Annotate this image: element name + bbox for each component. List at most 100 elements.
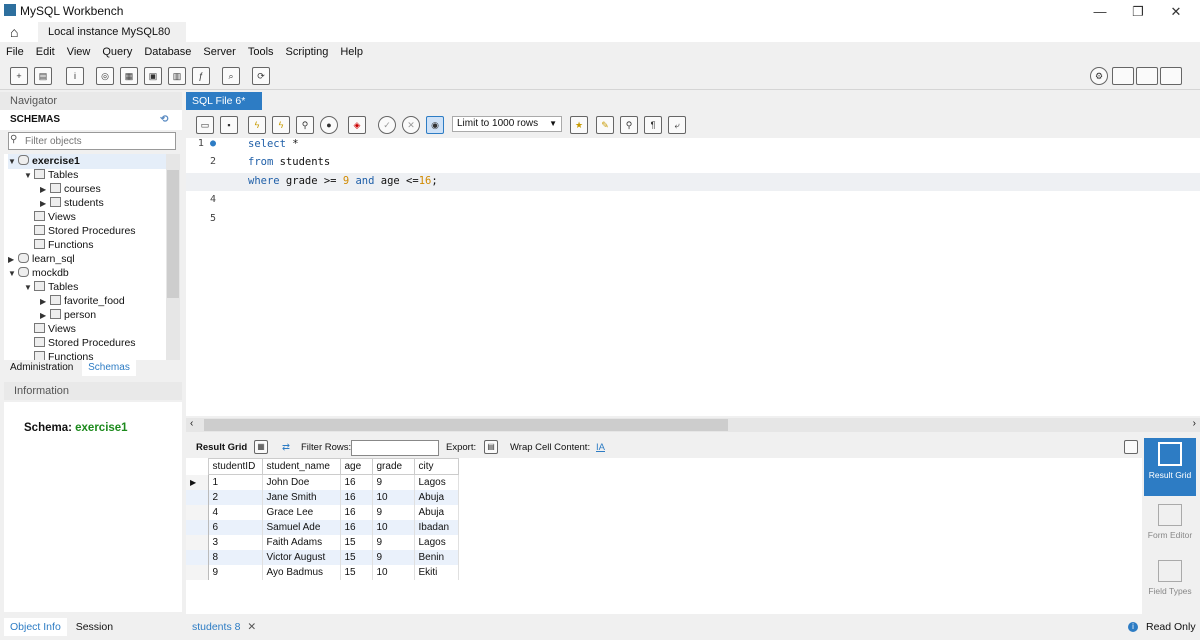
grid-icon[interactable]: ▦ [254, 440, 268, 454]
result-tab-close-icon[interactable]: ✕ [247, 621, 256, 633]
table-row[interactable]: 4 Grace Lee 16 9 Abuja [186, 504, 459, 520]
find-replace-icon[interactable]: ⚲ [620, 116, 638, 134]
column-header[interactable]: student_name [261, 458, 341, 475]
cell-studentid[interactable]: 4 [208, 504, 263, 520]
form-editor-button[interactable]: Form Editor [1144, 500, 1196, 552]
maximize-button[interactable]: ❐ [1118, 2, 1158, 22]
execute-icon[interactable]: ϟ [248, 116, 266, 134]
code-line-3[interactable]: where grade >= 9 and age <=16; [186, 173, 1200, 191]
sql-editor[interactable]: 1 ● 2 3 4 5 select * from students where… [186, 138, 1200, 416]
minimize-button[interactable]: — [1080, 2, 1120, 22]
toggle-secondary-sidebar-icon[interactable] [1160, 67, 1182, 85]
cell-age[interactable]: 15 [340, 534, 373, 550]
create-view-icon[interactable]: ▣ [144, 67, 162, 85]
reconnect-icon[interactable]: ⟳ [252, 67, 270, 85]
create-schema-icon[interactable]: ◎ [96, 67, 114, 85]
menu-file[interactable]: File [0, 42, 30, 62]
toggle-result-panel-icon[interactable] [1124, 440, 1138, 454]
cell-city[interactable]: Lagos [414, 534, 459, 550]
cell-studentid[interactable]: 3 [208, 534, 263, 550]
code-line-2[interactable]: from students [248, 156, 330, 168]
tree-node-tables[interactable]: ▼ Tables [24, 280, 78, 295]
tree-node-views[interactable]: Views [34, 210, 76, 224]
wrap-cell-icon[interactable]: IA [596, 438, 605, 458]
tree-scrollbar-thumb[interactable] [167, 170, 179, 298]
tree-node-students[interactable]: ▶ students [40, 196, 104, 211]
cell-student-name[interactable]: Grace Lee [262, 504, 341, 520]
cell-grade[interactable]: 10 [372, 564, 415, 580]
commit-icon[interactable]: ✓ [378, 116, 396, 134]
open-file-icon[interactable]: ▭ [196, 116, 214, 134]
open-sql-script-icon[interactable]: ▤ [34, 67, 52, 85]
cell-studentid[interactable]: 9 [208, 564, 263, 580]
cell-age[interactable]: 16 [340, 489, 373, 505]
toggle-sidebar-icon[interactable] [1112, 67, 1134, 85]
settings-icon[interactable]: ⚙ [1090, 67, 1108, 85]
tab-administration[interactable]: Administration [4, 362, 79, 373]
close-window-button[interactable]: ✕ [1156, 2, 1196, 22]
cell-city[interactable]: Ibadan [414, 519, 459, 535]
cell-age[interactable]: 16 [340, 474, 373, 490]
schema-tree[interactable]: ▼ exercise1 ▼ Tables ▶ courses ▶ students Vi… [4, 154, 180, 360]
column-header[interactable]: studentID [207, 458, 263, 475]
refresh-icon[interactable]: ⇄ [282, 438, 290, 458]
wrap-lines-icon[interactable]: ⤶ [668, 116, 686, 134]
cell-grade[interactable]: 10 [372, 489, 415, 505]
autocommit-icon[interactable]: ◉ [426, 116, 444, 134]
table-row[interactable]: 3 Faith Adams 15 9 Lagos [186, 534, 459, 550]
connection-tab[interactable]: Local instance MySQL80 ✕ [38, 22, 186, 58]
limit-rows-select[interactable]: Limit to 1000 rows ▼ [452, 116, 562, 132]
cell-grade[interactable]: 10 [372, 519, 415, 535]
search-table-data-icon[interactable]: ⌕ [222, 67, 240, 85]
add-snippet-icon[interactable]: ★ [570, 116, 588, 134]
cell-age[interactable]: 15 [340, 549, 373, 565]
execute-current-icon[interactable]: ϟ [272, 116, 290, 134]
table-row[interactable]: 8 Victor August 15 9 Benin [186, 549, 459, 565]
cell-city[interactable]: Abuja [414, 504, 459, 520]
tab-schemas[interactable]: Schemas [82, 360, 136, 376]
tree-node-exercise1[interactable]: ▼ exercise1 [8, 154, 168, 169]
cell-studentid[interactable]: 6 [208, 519, 263, 535]
invisible-characters-icon[interactable]: ¶ [644, 116, 662, 134]
cell-grade[interactable]: 9 [372, 549, 415, 565]
result-grid[interactable]: studentID student_name age grade city ▶ … [186, 458, 1142, 614]
home-icon[interactable]: ⌂ [10, 24, 18, 40]
cell-age[interactable]: 16 [340, 504, 373, 520]
cell-student-name[interactable]: John Doe [262, 474, 341, 490]
menu-scripting[interactable]: Scripting [280, 42, 335, 62]
tab-session[interactable]: Session [70, 621, 119, 633]
create-function-icon[interactable]: ƒ [192, 67, 210, 85]
filter-rows-input[interactable] [351, 440, 439, 456]
tree-node-courses[interactable]: ▶ courses [40, 182, 101, 197]
refresh-schemas-icon[interactable]: ⟲ [160, 110, 168, 130]
menu-edit[interactable]: Edit [30, 42, 61, 62]
tree-node-stored-procedures[interactable]: Stored Procedures [34, 224, 136, 238]
cell-student-name[interactable]: Ayo Badmus [262, 564, 341, 580]
tree-node-stored-procedures[interactable]: Stored Procedures [34, 336, 136, 350]
cell-studentid[interactable]: 8 [208, 549, 263, 565]
cell-city[interactable]: Benin [414, 549, 459, 565]
cell-student-name[interactable]: Samuel Ade [262, 519, 341, 535]
cell-grade[interactable]: 9 [372, 474, 415, 490]
cell-age[interactable]: 16 [340, 519, 373, 535]
cell-city[interactable]: Lagos [414, 474, 459, 490]
scroll-left-icon[interactable]: ‹ [190, 418, 193, 429]
sql-file-tab[interactable]: SQL File 6* ✕ [186, 92, 262, 125]
menu-view[interactable]: View [61, 42, 97, 62]
cell-studentid[interactable]: 2 [208, 489, 263, 505]
create-procedure-icon[interactable]: ▥ [168, 67, 186, 85]
rollback-icon[interactable]: ✕ [402, 116, 420, 134]
explain-icon[interactable]: ⚲ [296, 116, 314, 134]
tree-node-favorite-food[interactable]: ▶ favorite_food [40, 294, 125, 309]
tree-node-mockdb[interactable]: ▼ mockdb [8, 266, 69, 281]
tree-node-functions[interactable]: Functions [34, 350, 94, 360]
tree-node-functions[interactable]: Functions [34, 238, 94, 252]
cell-city[interactable]: Abuja [414, 489, 459, 505]
cell-student-name[interactable]: Jane Smith [262, 489, 341, 505]
field-types-button[interactable]: Field Types [1144, 556, 1196, 612]
table-row[interactable]: 2 Jane Smith 16 10 Abuja [186, 489, 459, 505]
cell-city[interactable]: Ekiti [414, 564, 459, 580]
cell-student-name[interactable]: Faith Adams [262, 534, 341, 550]
tree-node-tables[interactable]: ▼ Tables [24, 168, 78, 183]
cell-student-name[interactable]: Victor August [262, 549, 341, 565]
